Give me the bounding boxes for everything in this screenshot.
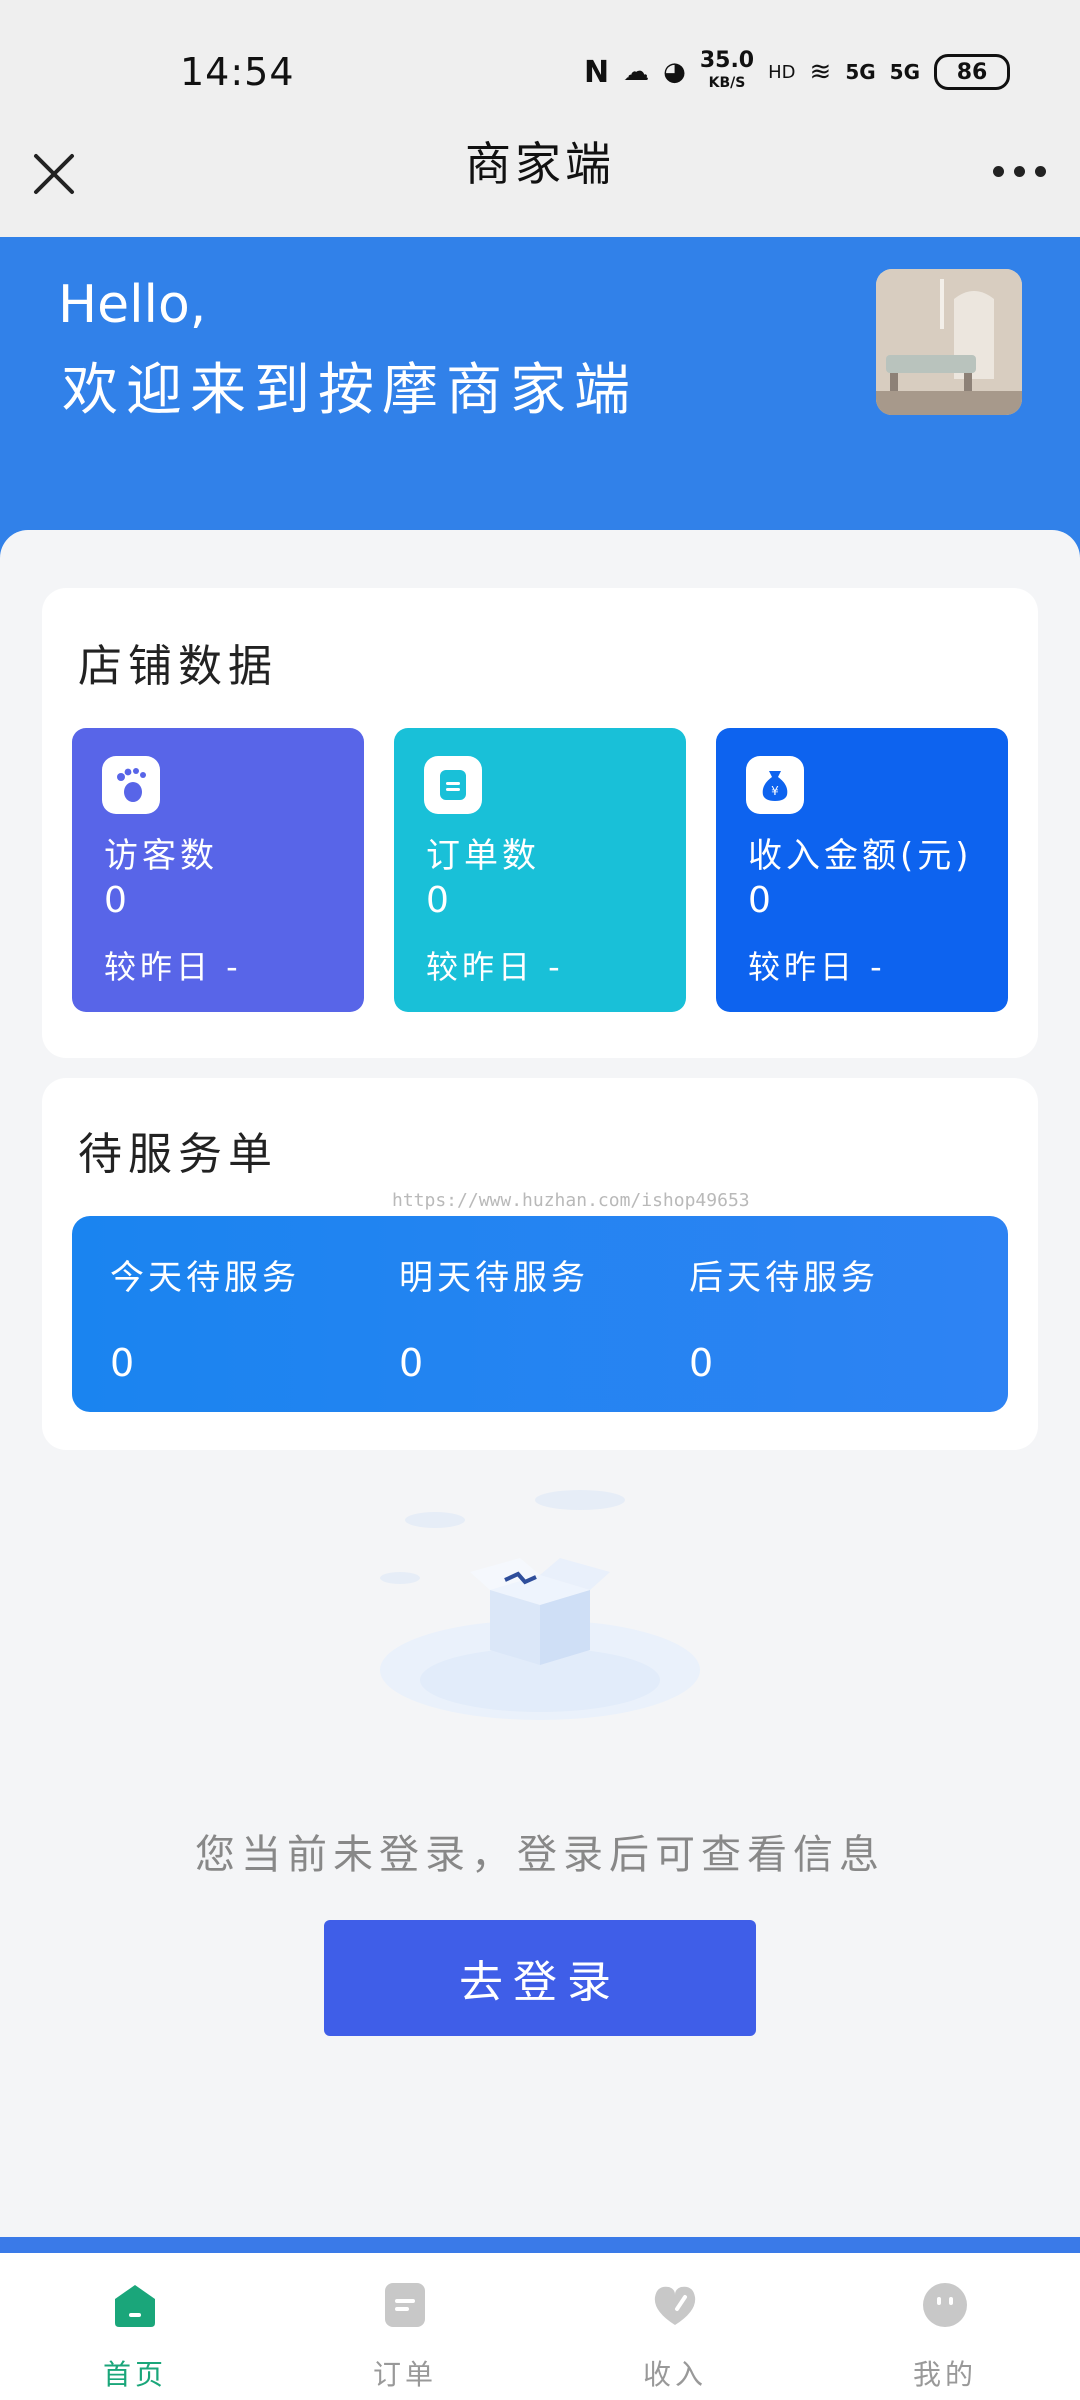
empty-state-message: 您当前未登录，登录后可查看信息 [195, 1832, 885, 1878]
order-list-icon [385, 2283, 425, 2327]
order-icon [424, 756, 482, 814]
stat-value: 0 [748, 880, 771, 921]
wifi-icon: ≋ [809, 57, 832, 87]
tab-label: 首页 [102, 2358, 167, 2391]
battery-icon: 86 [934, 54, 1010, 90]
net-speed-value: 35.0 [699, 48, 755, 73]
stat-value: 0 [104, 880, 127, 921]
nfc-icon: N [584, 54, 610, 90]
empty-box-illustration [380, 1490, 700, 1720]
tab-profile[interactable]: 我的 [810, 2253, 1080, 2400]
tab-label: 收入 [642, 2358, 707, 2391]
status-time: 14:54 [180, 50, 295, 94]
store-avatar[interactable] [876, 269, 1022, 415]
store-data-title: 店铺数据 [78, 641, 278, 692]
login-button[interactable]: 去登录 [324, 1920, 756, 2036]
cloud-icon: ☁ [623, 57, 650, 87]
income-icon [654, 2286, 696, 2325]
status-bar: 14:54 N ☁ ◕ 35.0 KB/S HD ≋ 5G 5G 86 [0, 0, 1080, 140]
tab-home[interactable]: 首页 [0, 2253, 270, 2400]
service-today[interactable]: 今天待服务 0 [110, 1250, 300, 1385]
pending-service-bar: 今天待服务 0 明天待服务 0 后天待服务 0 [72, 1216, 1008, 1412]
stat-label: 访客数 [104, 836, 218, 876]
more-icon[interactable] [993, 166, 1046, 177]
tabbar: 首页 订单 收入 我的 [0, 2253, 1080, 2400]
service-label: 明天待服务 [399, 1258, 589, 1298]
home-icon [115, 2285, 155, 2327]
money-bag-icon: ¥ [746, 756, 804, 814]
hero-banner: Hello, 欢迎来到按摩商家端 [0, 237, 1080, 577]
hero-greeting: Hello, [58, 275, 207, 335]
stat-orders[interactable]: 订单数 0 较昨日 - [394, 728, 686, 1012]
navbar: 商家端 [0, 120, 1080, 238]
stat-value: 0 [426, 880, 449, 921]
tab-label: 订单 [372, 2358, 437, 2391]
hd-icon: HD [768, 61, 796, 83]
service-label: 后天待服务 [689, 1258, 879, 1298]
status-icons: N ☁ ◕ 35.0 KB/S HD ≋ 5G 5G 86 [584, 50, 1010, 94]
service-tomorrow[interactable]: 明天待服务 0 [399, 1250, 589, 1385]
service-day-after[interactable]: 后天待服务 0 [689, 1250, 879, 1385]
pending-service-title: 待服务单 [78, 1129, 278, 1180]
service-value: 0 [399, 1341, 424, 1385]
pending-service-card: 待服务单 https://www.huzhan.com/ishop49653 今… [42, 1078, 1038, 1450]
stat-compare: 较昨日 - [748, 948, 886, 986]
stat-visitors[interactable]: 访客数 0 较昨日 - [72, 728, 364, 1012]
store-data-card: 店铺数据 访客数 0 较昨日 - 订单数 0 较昨日 - ¥ 收入金额(元) 0… [42, 588, 1038, 1058]
tab-income[interactable]: 收入 [540, 2253, 810, 2400]
hero-welcome: 欢迎来到按摩商家端 [62, 358, 638, 423]
net-speed-unit: KB/S [708, 75, 746, 91]
signal-2: 5G [889, 60, 920, 84]
stat-income[interactable]: ¥ 收入金额(元) 0 较昨日 - [716, 728, 1008, 1012]
service-value: 0 [110, 1341, 135, 1385]
stat-label: 收入金额(元) [748, 836, 973, 876]
pig-icon: ◕ [663, 57, 686, 87]
stat-label: 订单数 [426, 836, 540, 876]
watermark: https://www.huzhan.com/ishop49653 [392, 1190, 750, 1211]
stat-compare: 较昨日 - [104, 948, 242, 986]
footprint-icon [102, 756, 160, 814]
service-label: 今天待服务 [110, 1258, 300, 1298]
tab-label: 我的 [912, 2358, 977, 2391]
spa-room-image [876, 269, 1022, 415]
battery-level: 86 [956, 59, 988, 85]
tab-orders[interactable]: 订单 [270, 2253, 540, 2400]
signal-1: 5G [845, 60, 876, 84]
svg-text:¥: ¥ [771, 784, 779, 798]
page-title: 商家端 [465, 137, 615, 191]
stat-compare: 较昨日 - [426, 948, 564, 986]
net-speed: 35.0 KB/S [700, 50, 754, 94]
profile-icon [923, 2283, 967, 2327]
service-value: 0 [689, 1341, 714, 1385]
tabbar-accent [0, 2237, 1080, 2253]
